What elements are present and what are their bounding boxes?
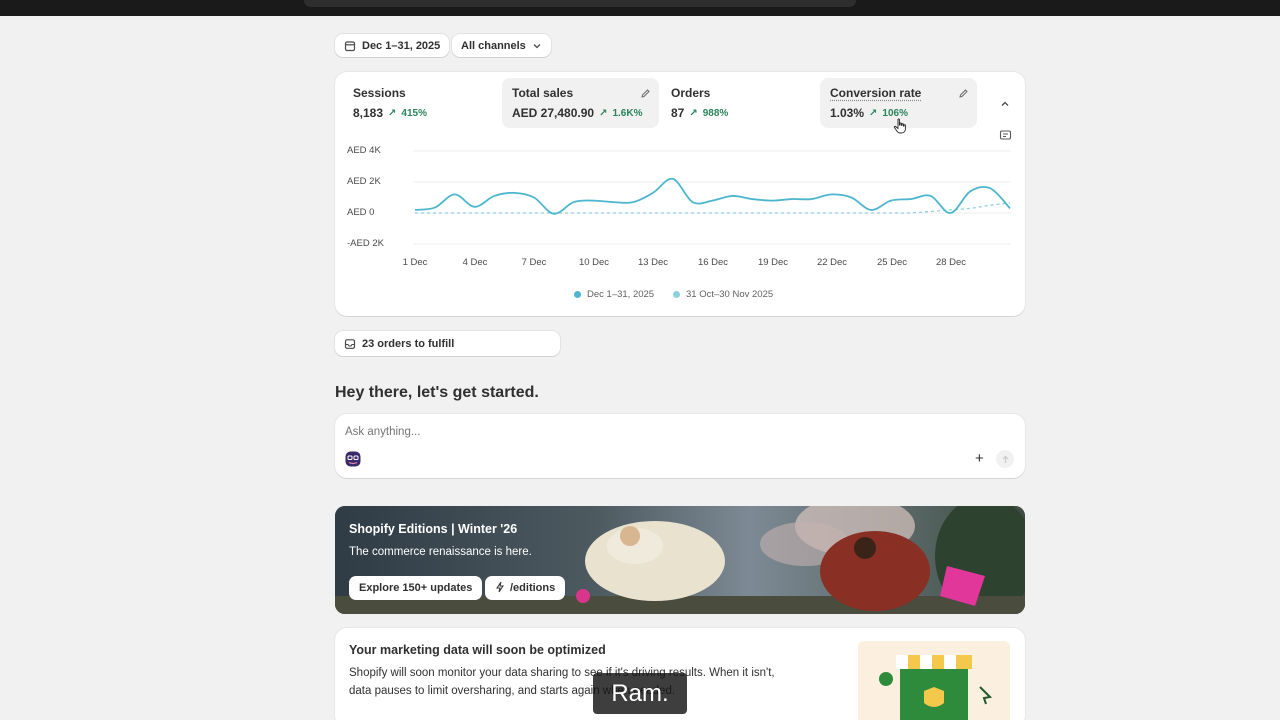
send-arrow-icon[interactable] — [996, 450, 1014, 468]
admin-topbar — [0, 0, 1280, 16]
lightning-icon — [495, 581, 505, 596]
x-tick-label: 4 Dec — [463, 257, 488, 268]
inbox-icon — [344, 338, 356, 350]
series-line-current — [415, 179, 1010, 214]
banner-subtitle: The commerce renaissance is here. — [349, 546, 532, 558]
calendar-icon — [344, 40, 356, 52]
marketing-body-line: Shopify will soon monitor your data shar… — [349, 667, 775, 679]
date-range-button[interactable]: Dec 1–31, 2025 — [335, 34, 449, 57]
channel-filter-label: All channels — [461, 40, 526, 52]
banner-title: Shopify Editions | Winter '26 — [349, 522, 517, 536]
x-tick-label: 19 Dec — [758, 257, 788, 268]
sales-line-chart — [335, 72, 1025, 316]
caption-overlay: Ram. — [593, 673, 687, 714]
legend-dot — [574, 291, 581, 298]
orders-to-fulfill-label: 23 orders to fulfill — [362, 338, 454, 350]
plus-icon[interactable]: + — [975, 453, 984, 465]
orders-to-fulfill-button[interactable]: 23 orders to fulfill — [335, 331, 560, 356]
explore-updates-button[interactable]: Explore 150+ updates — [349, 576, 482, 600]
ask-box: + — [335, 414, 1025, 478]
sidekick-icon[interactable] — [345, 451, 361, 472]
x-tick-label: 1 Dec — [403, 257, 428, 268]
chevron-down-icon — [532, 41, 542, 51]
legend-item-previous[interactable]: 31 Oct–30 Nov 2025 — [673, 289, 773, 300]
x-tick-label: 25 Dec — [877, 257, 907, 268]
legend-label: Dec 1–31, 2025 — [587, 289, 654, 300]
explore-updates-label: Explore 150+ updates — [359, 582, 472, 594]
pointer-hand-icon — [893, 118, 907, 139]
global-search-bar[interactable] — [304, 0, 856, 7]
x-tick-label: 16 Dec — [698, 257, 728, 268]
x-tick-label: 22 Dec — [817, 257, 847, 268]
series-line-previous — [415, 203, 1010, 213]
legend-dot — [673, 291, 680, 298]
x-tick-label: 10 Dec — [579, 257, 609, 268]
x-tick-label: 28 Dec — [936, 257, 966, 268]
date-range-label: Dec 1–31, 2025 — [362, 40, 440, 52]
page-heading: Hey there, let's get started. — [335, 384, 539, 402]
marketing-title: Your marketing data will soon be optimiz… — [349, 643, 606, 657]
editions-button[interactable]: /editions — [485, 576, 565, 600]
storefront-illustration-image — [858, 641, 1010, 720]
legend-item-current[interactable]: Dec 1–31, 2025 — [574, 289, 654, 300]
ask-input[interactable] — [345, 423, 945, 441]
x-tick-label: 7 Dec — [522, 257, 547, 268]
editions-banner: Shopify Editions | Winter '26 The commer… — [335, 506, 1025, 614]
channel-filter-button[interactable]: All channels — [452, 34, 551, 57]
legend-label: 31 Oct–30 Nov 2025 — [686, 289, 773, 300]
x-tick-label: 13 Dec — [638, 257, 668, 268]
editions-label: /editions — [510, 582, 555, 594]
analytics-card: Sessions 8,183 ↗ 415% Total sales AED 27… — [335, 72, 1025, 316]
